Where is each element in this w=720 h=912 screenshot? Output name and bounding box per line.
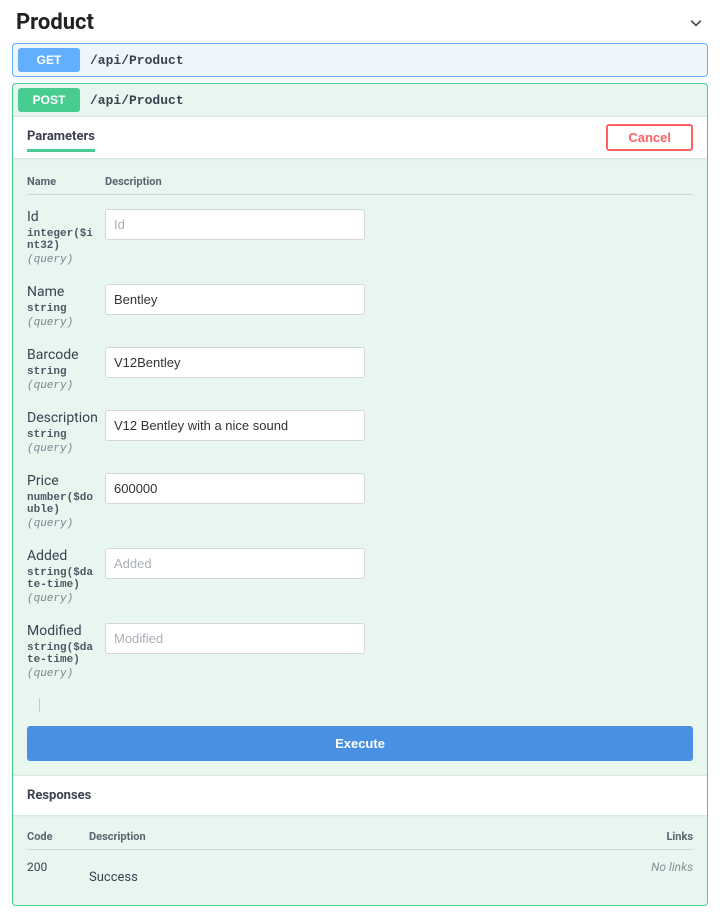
param-meta: Description string (query) [27,410,105,455]
param-meta: Name string (query) [27,284,105,329]
response-code: 200 [27,860,89,874]
param-type: string [27,366,99,378]
param-row-modified: Modified string($date-time) (query) [27,623,693,680]
endpoint-row[interactable]: GET /api/Product [13,44,707,76]
param-in: (query) [27,443,99,455]
param-name: Added [27,548,99,564]
endpoint-path: /api/Product [90,93,184,108]
endpoint-post: POST /api/Product Parameters Cancel Name… [12,83,708,906]
responses-col-links: Links [666,830,693,843]
param-in: (query) [27,380,99,392]
responses-col-description: Description [89,830,666,843]
param-input-wrap [105,623,365,680]
chevron-down-icon[interactable] [688,15,704,31]
execute-button[interactable]: Execute [27,726,693,761]
param-type: integer($int32) [27,228,99,252]
tab-parameters[interactable]: Parameters [27,123,95,152]
responses-columns: Code Description Links [27,830,693,850]
param-name: Barcode [27,347,99,363]
columns-header: Name Description [27,175,693,195]
param-name: Price [27,473,99,489]
param-in: (query) [27,254,99,266]
column-name: Name [27,175,105,188]
section-header[interactable]: Product [0,0,720,43]
param-name: Description [27,410,99,426]
param-in: (query) [27,593,99,605]
section-title: Product [16,10,94,35]
method-badge-post: POST [18,88,80,112]
param-in: (query) [27,668,99,680]
modified-field[interactable] [105,623,365,654]
id-field[interactable] [105,209,365,240]
price-field[interactable] [105,473,365,504]
param-meta: Added string($date-time) (query) [27,548,105,605]
param-type: string($date-time) [27,642,99,666]
param-row-added: Added string($date-time) (query) [27,548,693,605]
param-meta: Modified string($date-time) (query) [27,623,105,680]
responses-body: Code Description Links 200 Success No li… [13,816,707,905]
endpoint-get[interactable]: GET /api/Product [12,43,708,77]
param-type: string [27,429,99,441]
param-row-description: Description string (query) [27,410,693,455]
param-row-id: Id integer($int32) (query) [27,209,693,266]
param-row-name: Name string (query) [27,284,693,329]
param-meta: Id integer($int32) (query) [27,209,105,266]
param-input-wrap [105,347,365,392]
execute-wrap: Execute [13,726,707,775]
responses-label: Responses [13,775,707,816]
param-type: string [27,303,99,315]
param-input-wrap [105,473,365,530]
endpoint-path: /api/Product [90,53,184,68]
param-type: string($date-time) [27,567,99,591]
column-description: Description [105,175,162,188]
parameters-bar: Parameters Cancel [13,116,707,159]
responses-col-code: Code [27,830,89,843]
param-meta: Barcode string (query) [27,347,105,392]
param-row-barcode: Barcode string (query) [27,347,693,392]
param-input-wrap [105,209,365,266]
endpoint-row[interactable]: POST /api/Product [13,84,707,116]
param-name: Id [27,209,99,225]
divider [39,698,693,712]
param-type: number($double) [27,492,99,516]
param-name: Modified [27,623,99,639]
name-field[interactable] [105,284,365,315]
param-name: Name [27,284,99,300]
description-field[interactable] [105,410,365,441]
param-in: (query) [27,317,99,329]
cancel-button[interactable]: Cancel [606,124,693,151]
param-input-wrap [105,284,365,329]
barcode-field[interactable] [105,347,365,378]
param-meta: Price number($double) (query) [27,473,105,530]
added-field[interactable] [105,548,365,579]
response-links: No links [651,860,693,874]
param-in: (query) [27,518,99,530]
param-row-price: Price number($double) (query) [27,473,693,530]
parameters-body: Name Description Id integer($int32) (que… [13,159,707,726]
method-badge-get: GET [18,48,80,72]
param-input-wrap [105,548,365,605]
param-input-wrap [105,410,365,455]
